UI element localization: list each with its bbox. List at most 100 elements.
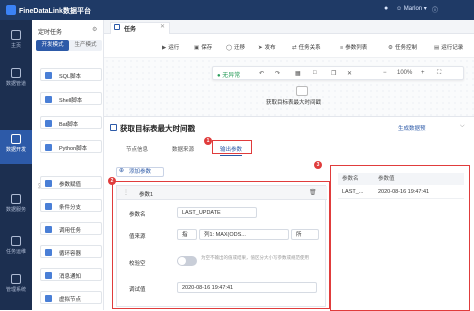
fit-icon[interactable]: □ xyxy=(313,70,317,76)
zoom-in-icon[interactable]: + xyxy=(421,70,425,76)
canvas[interactable]: ● 无异常 ↶ ↷ ▦ □ ❐ ✕ − 100% + ⛶ 获取目标表最大时间戳 xyxy=(104,58,474,116)
nav-label: 任务运维 xyxy=(5,249,26,255)
nav-item-ops[interactable]: 任务运维 xyxy=(0,232,32,266)
tool-label: SQL脚本 xyxy=(59,74,82,80)
status-ok: ● 无异常 xyxy=(217,73,241,79)
task-panel-title: 定时任务 xyxy=(38,30,63,36)
user-menu[interactable]: ☺ Marlon ▾ xyxy=(396,5,427,12)
run-button[interactable]: ▶ 运行 xyxy=(162,43,179,51)
tool-python[interactable]: Python脚本 xyxy=(40,140,102,153)
mode-prod-button[interactable]: 生产模式 xyxy=(69,40,102,51)
tab-label: 任务 xyxy=(124,27,137,33)
task-icon xyxy=(114,24,120,30)
node-icon xyxy=(110,124,117,131)
undo-icon[interactable]: ↶ xyxy=(259,70,264,77)
add-icon: ⊕ xyxy=(119,168,125,174)
tool-label: Shell脚本 xyxy=(59,98,83,104)
annotation-badge-1: 1 xyxy=(204,137,212,145)
subtab-node-info[interactable]: 节点信息 xyxy=(126,145,148,153)
tool-shell[interactable]: Shell脚本 xyxy=(40,92,102,105)
toolbar: ▶ 运行 ▣ 保存 ◯ 迁移 ➤ 发布 ⇄ 任务关系 ≡ 参数列表 ⚙ 任务控制 ▤ 运行记录 xyxy=(104,34,474,58)
task-control-label: 任务控制 xyxy=(394,45,417,51)
task-relation-label: 任务关系 xyxy=(298,45,321,51)
highlight-box-3 xyxy=(330,165,470,311)
nav-item-home[interactable]: 主页 xyxy=(0,26,32,60)
nav-label: 数据服务 xyxy=(5,207,26,213)
save-label: 保存 xyxy=(201,45,213,51)
run-label: 运行 xyxy=(168,45,180,51)
detail-panel: 获取目标表最大时间戳 生成数据预 ⌵ 节点信息 数据来源 输出参数 1 添加参数… xyxy=(104,116,474,311)
fullscreen-icon[interactable]: ⛶ xyxy=(437,70,441,77)
nav-item-pipeline[interactable]: 数据管道 xyxy=(0,64,32,98)
publish-button[interactable]: ➤ 发布 xyxy=(258,43,276,51)
tool-call-task[interactable]: 调用任务 xyxy=(40,222,102,235)
tool-label: 参数赋值 xyxy=(59,182,82,188)
param-assign-icon xyxy=(45,180,52,187)
app-title: FineDataLink数据平台 xyxy=(19,8,91,15)
redo-icon[interactable]: ↷ xyxy=(275,70,280,77)
ops-icon xyxy=(11,236,21,246)
canvas-node-label: 获取目标表最大时间戳 xyxy=(266,100,322,106)
task-control-button[interactable]: ⚙ 任务控制 xyxy=(388,43,417,51)
nav-label: 管理系统 xyxy=(5,287,26,293)
user-name: Marlon xyxy=(403,6,423,12)
annotation-badge-3: 3 xyxy=(314,161,322,169)
nav-item-admin[interactable]: 管理系统 xyxy=(0,270,32,304)
call-task-icon xyxy=(45,226,52,233)
status-text: 无异常 xyxy=(222,73,241,79)
annotation-badge-2: 2 xyxy=(108,177,116,185)
tool-label: 消息通知 xyxy=(59,274,82,280)
save-button[interactable]: ▣ 保存 xyxy=(194,43,212,51)
highlight-box-1 xyxy=(212,140,252,154)
bell-icon[interactable]: ● xyxy=(384,5,388,12)
condition-icon xyxy=(45,203,52,210)
relation-icon: ⇄ xyxy=(292,45,297,51)
align-icon[interactable]: ▦ xyxy=(295,70,301,77)
collapse-icon[interactable]: ⌵ xyxy=(460,123,465,130)
help-icon[interactable]: ⓘ xyxy=(432,5,438,14)
tool-bat[interactable]: Bat脚本 xyxy=(40,116,102,129)
mode-dev-button[interactable]: 开发模式 xyxy=(36,40,69,51)
canvas-tools: ● 无异常 ↶ ↷ ▦ □ ❐ ✕ − 100% + ⛶ xyxy=(212,66,464,80)
nav-item-dev[interactable]: 数据开发 xyxy=(0,130,32,164)
python-icon xyxy=(45,144,52,151)
migrate-button[interactable]: ◯ 迁移 xyxy=(226,43,245,51)
run-record-button[interactable]: ▤ 运行记录 xyxy=(434,43,463,51)
publish-icon: ➤ xyxy=(258,45,263,51)
sql-icon xyxy=(45,72,52,79)
shell-icon xyxy=(45,96,52,103)
tool-condition[interactable]: 条件分支 xyxy=(40,199,102,212)
home-icon xyxy=(11,30,21,40)
pipeline-icon xyxy=(11,68,21,78)
zoom-out-icon[interactable]: − xyxy=(383,70,387,76)
app-logo-icon xyxy=(6,5,16,15)
nav-label: 主页 xyxy=(10,43,21,49)
delete-icon[interactable]: ✕ xyxy=(347,70,352,77)
copy-icon[interactable]: ❐ xyxy=(331,70,336,77)
add-param-label: 添加参数 xyxy=(129,169,152,175)
tool-label: 条件分支 xyxy=(59,205,82,211)
tool-notify[interactable]: 消息通知 xyxy=(40,268,102,281)
tool-loop[interactable]: 循环容器 xyxy=(40,245,102,258)
nav-label: 数据管道 xyxy=(5,81,26,87)
tool-label: Bat脚本 xyxy=(59,122,79,128)
canvas-node[interactable] xyxy=(296,86,308,96)
close-icon[interactable]: ✕ xyxy=(160,23,165,30)
nav-item-service[interactable]: 数据服务 xyxy=(0,190,32,224)
subtab-data-source[interactable]: 数据来源 xyxy=(172,145,194,153)
tool-virtual[interactable]: 虚拟节点 xyxy=(40,291,102,304)
tool-param-assign[interactable]: 参数赋值 xyxy=(40,176,102,189)
record-icon: ▤ xyxy=(434,45,440,51)
notify-icon xyxy=(45,272,52,279)
task-relation-button[interactable]: ⇄ 任务关系 xyxy=(292,43,321,51)
settings-icon[interactable]: ⚙ xyxy=(92,26,97,33)
publish-label: 发布 xyxy=(264,45,276,51)
loop-icon xyxy=(45,249,52,256)
tool-sql[interactable]: SQL脚本 xyxy=(40,68,102,81)
zoom-level: 100% xyxy=(397,70,413,76)
tool-label: 循环容器 xyxy=(59,251,82,257)
data-preview-link[interactable]: 生成数据预 xyxy=(398,124,426,132)
param-list-button[interactable]: ≡ 参数列表 xyxy=(340,43,367,51)
save-icon: ▣ xyxy=(194,45,200,51)
migrate-icon: ◯ xyxy=(226,45,233,51)
